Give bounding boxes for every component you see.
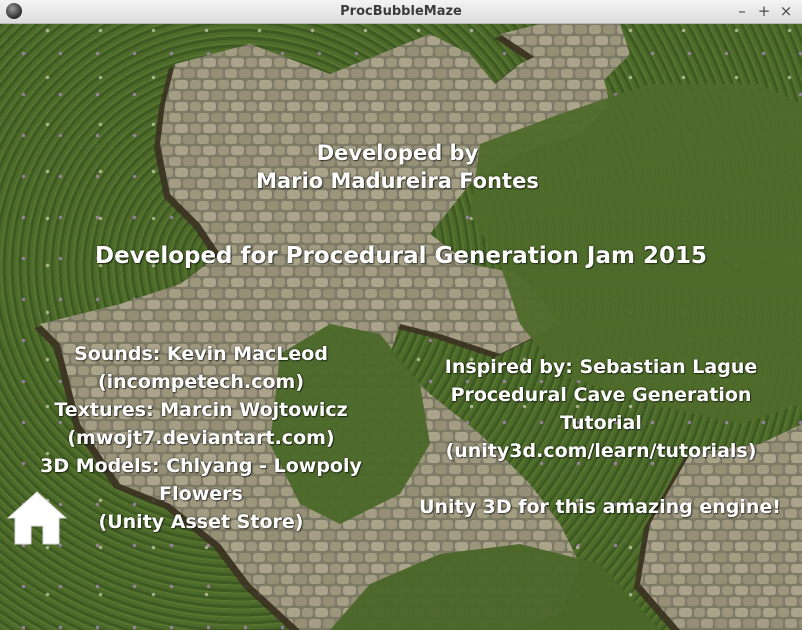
inspired-by: Inspired by: Sebastian Lague: [444, 356, 758, 378]
credit-sounds-url: (incompetech.com): [97, 371, 305, 393]
maximize-button[interactable]: +: [754, 1, 774, 21]
game-viewport: Developed by Mario Madureira Fontes Deve…: [0, 24, 802, 630]
developed-by-heading: Developed by: [316, 141, 479, 165]
developer-name: Mario Madureira Fontes: [256, 169, 539, 193]
jam-credit: Developed for Procedural Generation Jam …: [0, 242, 802, 270]
minimize-button[interactable]: –: [732, 1, 752, 21]
home-button[interactable]: [6, 488, 68, 546]
unity-credit-text: Unity 3D for this amazing engine!: [419, 496, 781, 518]
close-button[interactable]: ×: [776, 1, 796, 21]
window-title: ProcBubbleMaze: [340, 4, 462, 19]
inspired-title: Procedural Cave Generation: [450, 384, 752, 406]
unity-credit: Unity 3D for this amazing engine!: [398, 493, 802, 521]
inspired-url: (unity3d.com/learn/tutorials): [445, 440, 757, 462]
home-icon: [6, 491, 68, 545]
jam-credit-text: Developed for Procedural Generation Jam …: [95, 243, 707, 269]
right-credits: Inspired by: Sebastian Lague Procedural …: [400, 353, 802, 465]
cobblestone-path: [0, 24, 802, 630]
title-bar: ProcBubbleMaze – + ×: [0, 0, 802, 24]
credit-models: 3D Models: Chlyang - Lowpoly: [40, 455, 362, 477]
developed-by-block: Developed by Mario Madureira Fontes: [0, 139, 795, 195]
inspired-title-cont: Tutorial: [560, 412, 642, 434]
credit-textures: Textures: Marcin Wojtowicz: [54, 399, 348, 421]
credit-sounds: Sounds: Kevin MacLeod: [74, 343, 328, 365]
app-window: ProcBubbleMaze – + × Developed by Mario …: [0, 0, 802, 630]
credit-textures-url: (mwojt7.deviantart.com): [67, 427, 335, 449]
